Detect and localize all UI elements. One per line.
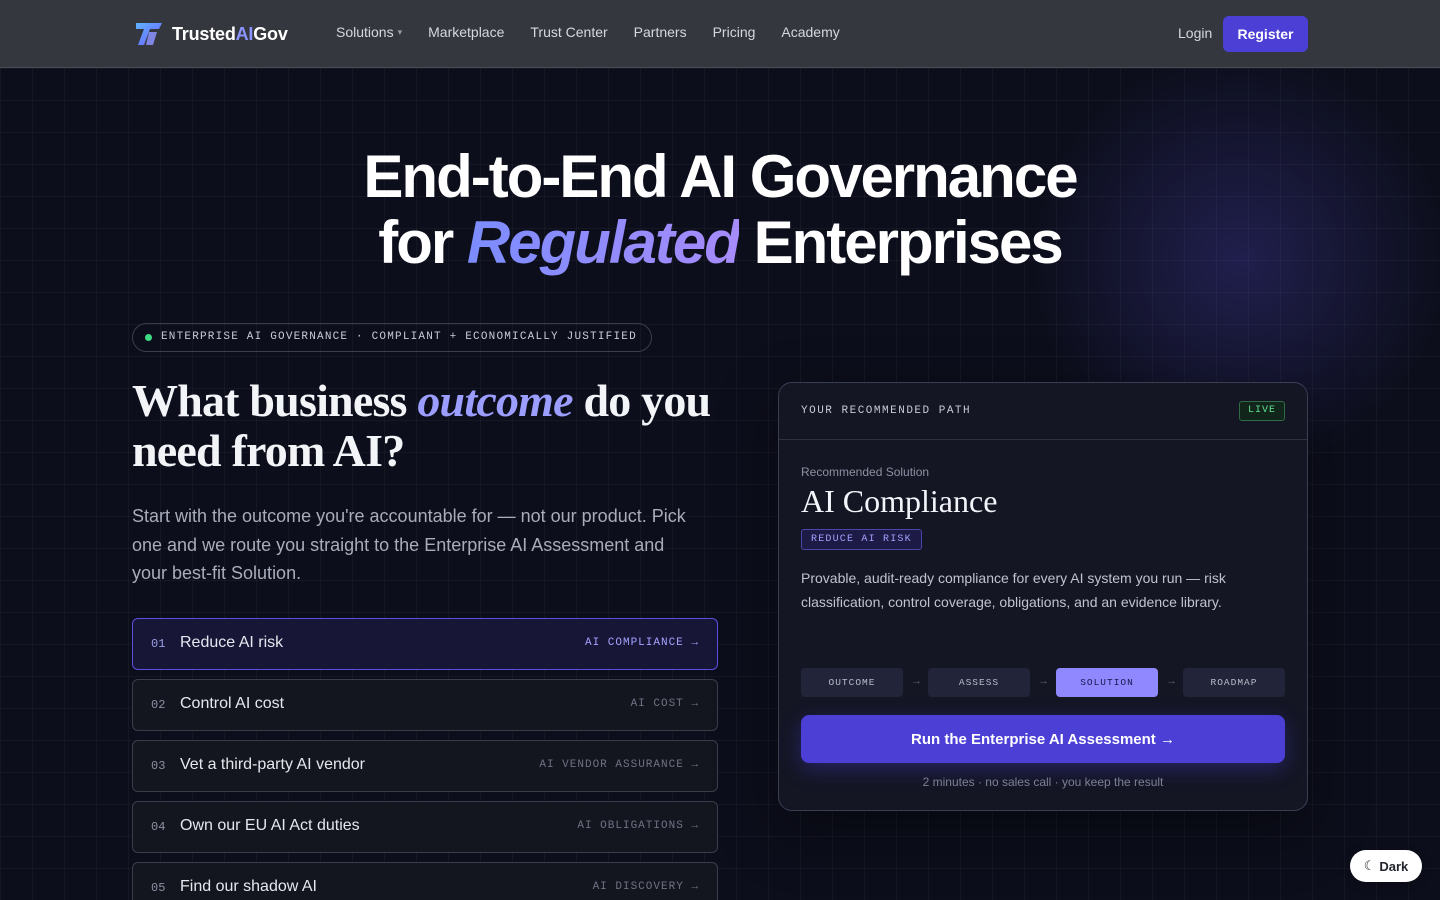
- path-steps: OUTCOME → ASSESS → SOLUTION → ROADMAP: [801, 668, 1285, 697]
- step-solution: SOLUTION: [1056, 668, 1158, 697]
- option-label: Find our shadow AI: [180, 878, 317, 895]
- option-label: Control AI cost: [180, 695, 285, 712]
- option-label: Reduce AI risk: [180, 634, 284, 651]
- recommended-description: Provable, audit-ready compliance for eve…: [801, 570, 1226, 610]
- brand-logo[interactable]: TrustedAIGov: [134, 20, 288, 48]
- outcome-options: 01 Reduce AI risk AI COMPLIANCE → 02 Con…: [132, 618, 718, 900]
- step-roadmap: ROADMAP: [1183, 668, 1285, 697]
- recommended-label: Recommended Solution: [801, 465, 930, 479]
- option-number: 05: [151, 881, 166, 895]
- theme-toggle-button[interactable]: ☾ Dark: [1350, 850, 1422, 882]
- nav-partners[interactable]: Partners: [634, 24, 687, 40]
- lead-paragraph: Start with the outcome you're accountabl…: [132, 506, 686, 583]
- nav-pricing[interactable]: Pricing: [713, 24, 756, 40]
- live-badge: LIVE: [1238, 401, 1285, 421]
- step-assess: ASSESS: [928, 668, 1030, 697]
- option-number: 02: [151, 698, 166, 712]
- nav-trust-center[interactable]: Trust Center: [530, 24, 607, 40]
- option-reduce-ai-risk[interactable]: 01 Reduce AI risk AI COMPLIANCE →: [132, 618, 718, 670]
- nav-marketplace[interactable]: Marketplace: [428, 24, 504, 40]
- run-assessment-button[interactable]: Run the Enterprise AI Assessment →: [801, 715, 1285, 763]
- recommended-outcome-chip: REDUCE AI RISK: [801, 529, 922, 550]
- option-solution-tag: AI VENDOR ASSURANCE →: [539, 759, 699, 771]
- category-pill: ENTERPRISE AI GOVERNANCE · COMPLIANT + E…: [132, 323, 652, 352]
- option-shadow-ai[interactable]: 05 Find our shadow AI AI DISCOVERY →: [132, 862, 718, 900]
- option-number: 04: [151, 820, 166, 834]
- option-label: Vet a third-party AI vendor: [180, 756, 365, 773]
- option-number: 03: [151, 759, 166, 773]
- cta-note: 2 minutes · no sales call · you keep the…: [922, 775, 1164, 789]
- brand-name: TrustedAIGov: [172, 23, 288, 44]
- option-control-ai-cost[interactable]: 02 Control AI cost AI COST →: [132, 679, 718, 731]
- nav-links: Solutions ▾ Marketplace Trust Center Part…: [336, 24, 840, 40]
- status-dot-icon: [145, 334, 152, 341]
- recommended-path-card: YOUR RECOMMENDED PATH LIVE Recommended S…: [778, 382, 1308, 811]
- recommended-title: AI Compliance: [801, 483, 998, 519]
- arrow-right-icon: →: [1038, 675, 1049, 687]
- option-solution-tag: AI COST →: [630, 698, 699, 710]
- hero-emphasis: Regulated: [466, 209, 741, 276]
- outcome-question: What business outcome do you need from A…: [132, 375, 711, 476]
- nav-solutions[interactable]: Solutions ▾: [336, 24, 402, 40]
- card-header: YOUR RECOMMENDED PATH LIVE: [779, 383, 1307, 440]
- login-link[interactable]: Login: [1178, 25, 1212, 41]
- option-eu-ai-act[interactable]: 04 Own our EU AI Act duties AI OBLIGATIO…: [132, 801, 718, 853]
- chevron-down-icon: ▾: [397, 26, 403, 37]
- option-solution-tag: AI COMPLIANCE →: [584, 637, 699, 649]
- option-number: 01: [151, 637, 166, 651]
- nav-academy[interactable]: Academy: [781, 24, 839, 40]
- option-vet-vendor[interactable]: 03 Vet a third-party AI vendor AI VENDOR…: [132, 740, 718, 792]
- hero-title: End-to-End AI Governance for Regulated E…: [363, 143, 1078, 276]
- moon-icon: ☾: [1363, 858, 1376, 873]
- option-label: Own our EU AI Act duties: [180, 817, 360, 834]
- option-solution-tag: AI OBLIGATIONS →: [577, 820, 699, 832]
- card-header-label: YOUR RECOMMENDED PATH: [801, 405, 972, 417]
- register-button[interactable]: Register: [1223, 16, 1308, 52]
- arrow-right-icon: →: [1166, 675, 1177, 687]
- brand-mark-icon: [136, 23, 162, 45]
- step-outcome: OUTCOME: [801, 668, 903, 697]
- top-navbar: TrustedAIGov Solutions ▾ Marketplace Trus…: [0, 0, 1440, 68]
- hero-line-1: End-to-End AI Governance: [363, 143, 1078, 210]
- arrow-right-icon: →: [911, 675, 922, 687]
- option-solution-tag: AI DISCOVERY →: [592, 881, 699, 893]
